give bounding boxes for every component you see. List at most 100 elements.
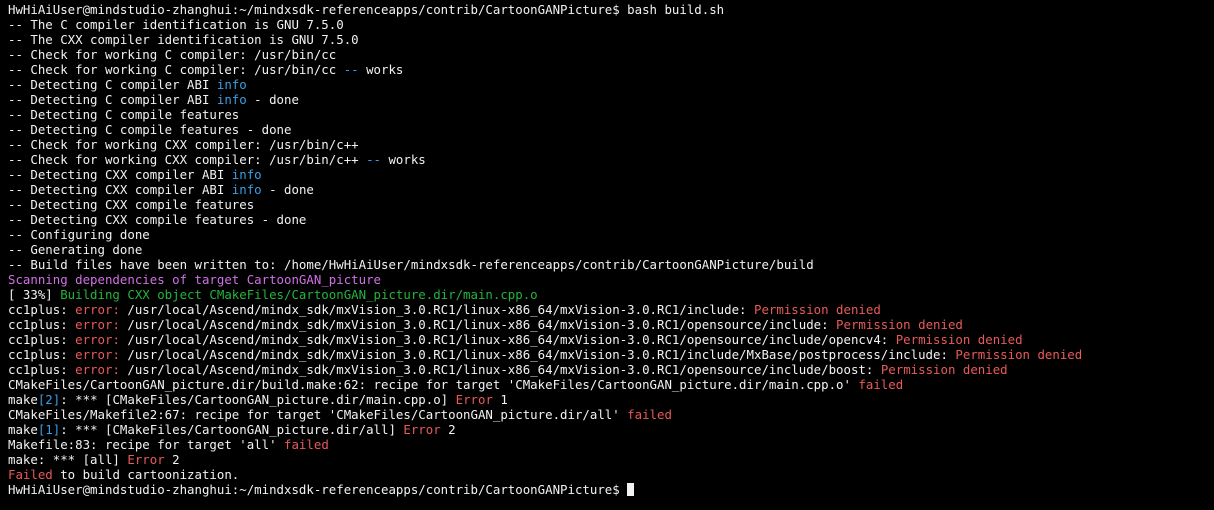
- output-line: -- Detecting CXX compile features: [8, 197, 1214, 212]
- output-text: failed: [627, 407, 672, 422]
- output-text: -- The C compiler identification is GNU …: [8, 17, 344, 32]
- output-text: Error: [455, 392, 493, 407]
- output-text: failed: [284, 437, 329, 452]
- output-line: -- The CXX compiler identification is GN…: [8, 32, 1214, 47]
- output-text: -- Configuring done: [8, 227, 150, 242]
- output-text: info: [216, 77, 247, 92]
- terminal-output: HwHiAiUser@mindstudio-zhanghui:~/mindxsd…: [8, 2, 1214, 497]
- output-line: -- Check for working CXX compiler: /usr/…: [8, 137, 1214, 152]
- output-text: : *** [CMakeFiles/CartoonGAN_picture.dir…: [60, 392, 456, 407]
- output-text: error:: [75, 317, 128, 332]
- output-line: -- Check for working C compiler: /usr/bi…: [8, 62, 1214, 77]
- output-text: 1: [492, 392, 508, 407]
- output-line: -- Build files have been written to: /ho…: [8, 257, 1214, 272]
- output-line: Makefile:83: recipe for target 'all' fai…: [8, 437, 1214, 452]
- output-line: -- Check for working CXX compiler: /usr/…: [8, 152, 1214, 167]
- output-text: error:: [75, 347, 128, 362]
- output-text: Permission denied: [880, 362, 1008, 377]
- output-text: error:: [75, 362, 128, 377]
- output-line: CMakeFiles/Makefile2:67: recipe for targ…: [8, 407, 1214, 422]
- output-text: -- Check for working CXX compiler: /usr/…: [8, 137, 359, 152]
- output-line: Failed to build cartoonization.: [8, 467, 1214, 482]
- output-text: HwHiAiUser@mindstudio-zhanghui:~/mindxsd…: [8, 2, 725, 17]
- output-line: cc1plus: error: /usr/local/Ascend/mindx_…: [8, 347, 1214, 362]
- output-text: cc1plus:: [8, 362, 76, 377]
- output-text: Building CXX object CMakeFiles/CartoonGA…: [60, 287, 538, 302]
- output-text: -- Build files have been written to: /ho…: [8, 257, 814, 272]
- output-text: error:: [75, 332, 128, 347]
- output-text: CMakeFiles/Makefile2:67: recipe for targ…: [8, 407, 628, 422]
- output-line: cc1plus: error: /usr/local/Ascend/mindx_…: [8, 317, 1214, 332]
- output-text: [1]: [37, 422, 61, 437]
- output-line: cc1plus: error: /usr/local/Ascend/mindx_…: [8, 362, 1214, 377]
- output-line: HwHiAiUser@mindstudio-zhanghui:~/mindxsd…: [8, 2, 1214, 17]
- cursor: [627, 483, 635, 496]
- output-text: cc1plus:: [8, 317, 76, 332]
- output-line: -- Detecting C compile features - done: [8, 122, 1214, 137]
- output-line: -- The C compiler identification is GNU …: [8, 17, 1214, 32]
- output-text: 2: [164, 452, 180, 467]
- output-text: [ 33%]: [8, 287, 61, 302]
- output-text: failed: [858, 377, 904, 392]
- output-text: [2]: [37, 392, 61, 407]
- output-text: -- Detecting CXX compiler ABI: [8, 182, 232, 197]
- output-text: /usr/local/Ascend/mindx_sdk/mxVision_3.0…: [127, 332, 896, 347]
- output-text: -- Detecting C compile features - done: [8, 122, 292, 137]
- output-line: -- Detecting CXX compiler ABI info: [8, 167, 1214, 182]
- output-text: Permission denied: [895, 332, 1023, 347]
- prompt-line: HwHiAiUser@mindstudio-zhanghui:~/mindxsd…: [8, 482, 1214, 497]
- output-text: -- Detecting C compile features: [8, 107, 240, 122]
- output-text: 2: [440, 422, 456, 437]
- output-line: -- Detecting CXX compile features - done: [8, 212, 1214, 227]
- output-text: Failed: [8, 467, 53, 482]
- output-text: - done: [261, 182, 314, 197]
- output-text: -- Generating done: [8, 242, 143, 257]
- output-line: make[2]: *** [CMakeFiles/CartoonGAN_pict…: [8, 392, 1214, 407]
- output-line: cc1plus: error: /usr/local/Ascend/mindx_…: [8, 302, 1214, 317]
- output-line: cc1plus: error: /usr/local/Ascend/mindx_…: [8, 332, 1214, 347]
- output-text: - done: [246, 92, 299, 107]
- output-line: -- Detecting CXX compiler ABI info - don…: [8, 182, 1214, 197]
- output-text: cc1plus:: [8, 332, 76, 347]
- output-text: works: [381, 152, 426, 167]
- output-text: : *** [CMakeFiles/CartoonGAN_picture.dir…: [60, 422, 404, 437]
- output-text: error:: [75, 302, 128, 317]
- output-text: info: [231, 167, 262, 182]
- output-line: make[1]: *** [CMakeFiles/CartoonGAN_pict…: [8, 422, 1214, 437]
- output-text: -- Detecting C compiler ABI: [8, 77, 217, 92]
- output-text: HwHiAiUser@mindstudio-zhanghui:~/mindxsd…: [8, 482, 628, 497]
- output-line: [ 33%] Building CXX object CMakeFiles/Ca…: [8, 287, 1214, 302]
- output-text: Scanning dependencies of target CartoonG…: [8, 272, 381, 287]
- output-text: --: [366, 152, 381, 167]
- output-line: -- Detecting C compiler ABI info: [8, 77, 1214, 92]
- output-text: info: [231, 182, 262, 197]
- output-text: --: [343, 62, 359, 77]
- output-text: -- Check for working C compiler: /usr/bi…: [8, 47, 337, 62]
- output-text: -- Detecting CXX compiler ABI: [8, 167, 232, 182]
- output-line: -- Detecting C compiler ABI info - done: [8, 92, 1214, 107]
- output-text: -- Check for working CXX compiler: /usr/…: [8, 152, 367, 167]
- output-line: CMakeFiles/CartoonGAN_picture.dir/build.…: [8, 377, 1214, 392]
- output-line: -- Check for working C compiler: /usr/bi…: [8, 47, 1214, 62]
- output-text: make: [8, 422, 38, 437]
- output-text: /usr/local/Ascend/mindx_sdk/mxVision_3.0…: [127, 302, 754, 317]
- output-line: make: *** [all] Error 2: [8, 452, 1214, 467]
- output-text: info: [216, 92, 247, 107]
- output-text: cc1plus:: [8, 302, 76, 317]
- output-text: Error: [127, 452, 165, 467]
- output-text: Permission denied: [753, 302, 881, 317]
- output-text: CMakeFiles/CartoonGAN_picture.dir/build.…: [8, 377, 859, 392]
- output-line: -- Generating done: [8, 242, 1214, 257]
- output-text: /usr/local/Ascend/mindx_sdk/mxVision_3.0…: [127, 362, 881, 377]
- output-text: /usr/local/Ascend/mindx_sdk/mxVision_3.0…: [127, 317, 837, 332]
- terminal-window[interactable]: HwHiAiUser@mindstudio-zhanghui:~/mindxsd…: [0, 0, 1214, 510]
- output-text: make: [8, 392, 38, 407]
- output-text: cc1plus:: [8, 347, 76, 362]
- output-text: to build cartoonization.: [52, 467, 240, 482]
- output-line: Scanning dependencies of target CartoonG…: [8, 272, 1214, 287]
- output-text: Makefile:83: recipe for target 'all': [8, 437, 285, 452]
- output-text: Permission denied: [836, 317, 963, 332]
- output-text: make: *** [all]: [8, 452, 128, 467]
- output-text: -- Detecting CXX compile features: [8, 197, 255, 212]
- output-text: -- Detecting CXX compile features - done: [8, 212, 307, 227]
